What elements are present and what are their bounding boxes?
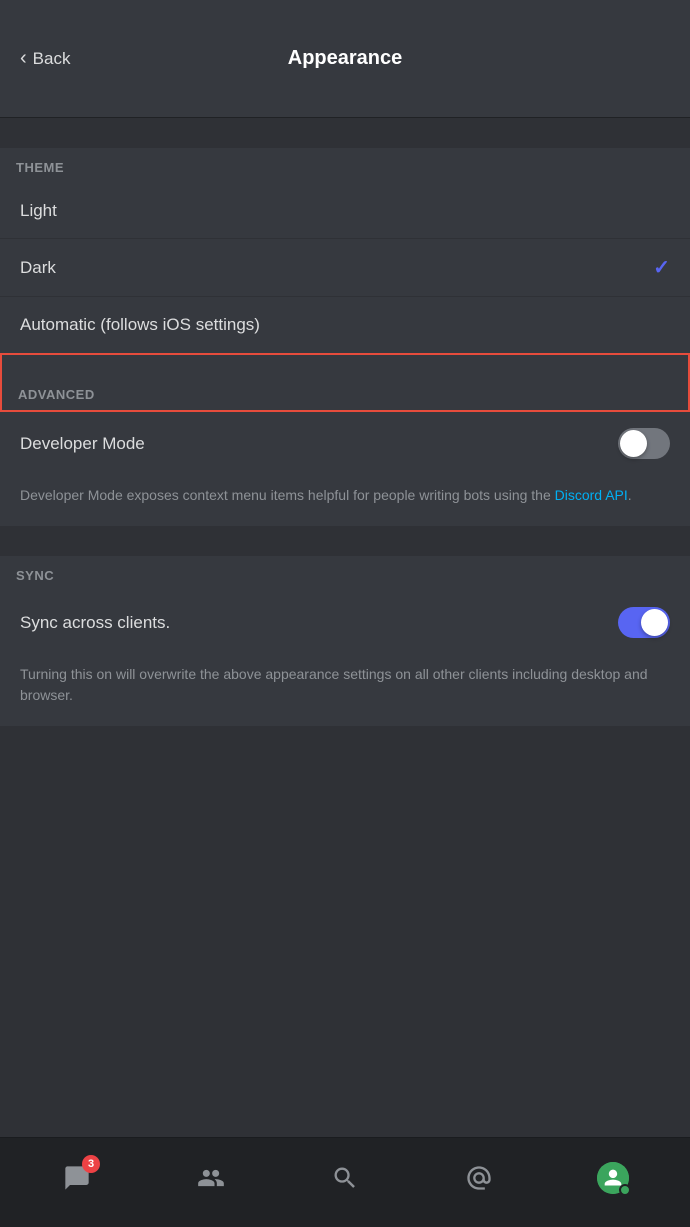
theme-section-label: THEME	[0, 148, 690, 183]
nav-item-messages[interactable]: 3	[52, 1153, 102, 1203]
sync-spacer	[0, 526, 690, 556]
developer-mode-toggle-thumb	[620, 430, 647, 457]
sync-group: SYNC Sync across clients. Turning this o…	[0, 556, 690, 726]
theme-dark-item[interactable]: Dark ✓	[0, 239, 690, 297]
developer-mode-description: Developer Mode exposes context menu item…	[20, 485, 670, 506]
page-title: Appearance	[288, 47, 403, 70]
sync-description-block: Turning this on will overwrite the above…	[0, 654, 690, 726]
developer-mode-group: Developer Mode Developer Mode exposes co…	[0, 412, 690, 526]
theme-auto-label: Automatic (follows iOS settings)	[20, 315, 260, 335]
mentions-icon	[465, 1164, 493, 1192]
nav-item-friends[interactable]	[186, 1153, 236, 1203]
theme-light-item[interactable]: Light	[0, 183, 690, 239]
sync-clients-toggle-track[interactable]	[618, 607, 670, 638]
developer-mode-label: Developer Mode	[20, 434, 145, 454]
sync-section-label: SYNC	[0, 556, 690, 591]
discord-api-link[interactable]: Discord API	[555, 487, 628, 503]
top-spacer	[0, 118, 690, 148]
advanced-section-wrapper: ADVANCED	[0, 353, 690, 412]
nav-item-profile[interactable]	[588, 1153, 638, 1203]
theme-group: THEME Light Dark ✓ Automatic (follows iO…	[0, 148, 690, 353]
sync-clients-item: Sync across clients.	[0, 591, 690, 654]
theme-auto-item[interactable]: Automatic (follows iOS settings)	[0, 297, 690, 353]
developer-mode-description-block: Developer Mode exposes context menu item…	[0, 475, 690, 526]
sync-clients-label: Sync across clients.	[20, 613, 170, 633]
developer-mode-item: Developer Mode	[0, 412, 690, 475]
search-icon	[331, 1164, 359, 1192]
developer-mode-desc-suffix: .	[628, 487, 632, 503]
advanced-section-label: ADVANCED	[2, 375, 688, 410]
friends-icon	[197, 1164, 225, 1192]
nav-item-mentions[interactable]	[454, 1153, 504, 1203]
back-button[interactable]: ‹ Back	[20, 47, 70, 70]
nav-item-search[interactable]	[320, 1153, 370, 1203]
sync-description-text: Turning this on will overwrite the above…	[20, 664, 670, 706]
profile-avatar	[597, 1162, 629, 1194]
back-label: Back	[33, 49, 71, 69]
sync-clients-toggle-thumb	[641, 609, 668, 636]
avatar-person-icon	[603, 1168, 623, 1188]
bottom-nav: 3	[0, 1137, 690, 1227]
dark-checkmark-icon: ✓	[653, 255, 670, 280]
avatar-status-dot	[619, 1184, 631, 1196]
header: ‹ Back Appearance	[0, 0, 690, 118]
developer-mode-toggle-track[interactable]	[618, 428, 670, 459]
developer-mode-desc-prefix: Developer Mode exposes context menu item…	[20, 487, 555, 503]
theme-light-label: Light	[20, 201, 57, 221]
theme-dark-label: Dark	[20, 258, 56, 278]
content-area: THEME Light Dark ✓ Automatic (follows iO…	[0, 118, 690, 1137]
messages-badge: 3	[82, 1155, 100, 1173]
sync-clients-toggle[interactable]	[618, 607, 670, 638]
developer-mode-toggle[interactable]	[618, 428, 670, 459]
back-chevron-icon: ‹	[20, 47, 27, 70]
advanced-spacer	[2, 355, 688, 375]
